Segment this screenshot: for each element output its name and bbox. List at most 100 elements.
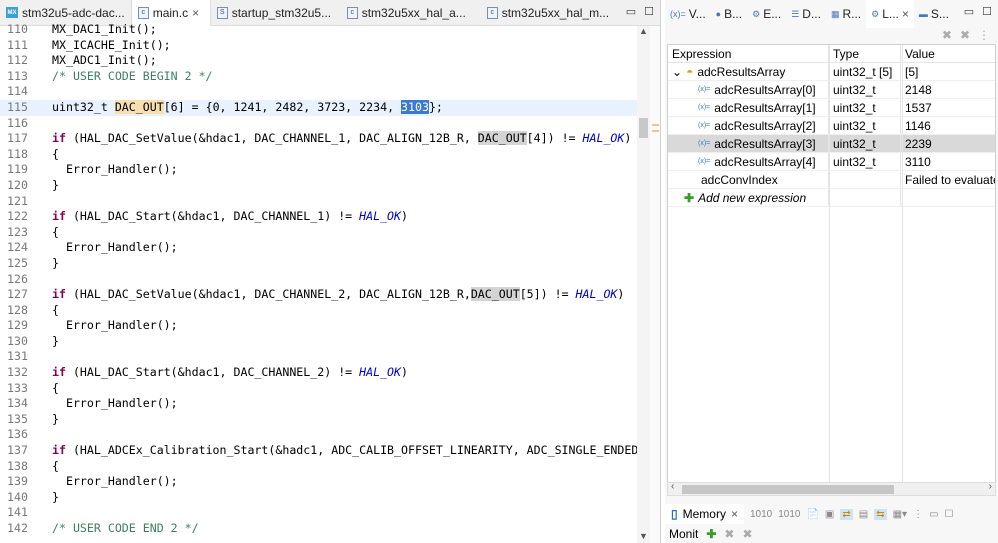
array-variable-icon: ◓: [686, 64, 694, 79]
expression-cell: ✚ Add new expression: [668, 189, 829, 206]
code-editor[interactable]: 110 MX_DAC1_Init(); 111 MX_ICACHE_Init(); 11…: [0, 22, 637, 543]
table-row[interactable]: (x)= adcResultsArray[0] uint32_t 2148: [668, 81, 995, 99]
code-text: {: [38, 225, 59, 241]
table-row[interactable]: (x)= adcResultsArray[2] uint32_t 1146: [668, 117, 995, 135]
code-token: if: [52, 443, 66, 458]
code-token: [6] = {0, 1241, 2482, 3723, 2234,: [163, 99, 402, 114]
code-token: MX_ICACHE_Init();: [52, 37, 171, 52]
table-row[interactable]: ⌄ ◓ adcResultsArray uint32_t [5] [5]: [668, 63, 995, 81]
code-token: {: [52, 302, 59, 317]
tab-view-4[interactable]: ▦ R...: [826, 0, 866, 28]
maximize-button[interactable]: ☐: [945, 509, 954, 520]
code-token: DAC_OUT: [477, 131, 527, 146]
code-line: 129 Error_Handler();: [0, 318, 637, 334]
view-menu-icon[interactable]: ⋮: [913, 509, 923, 520]
scroll-up-icon[interactable]: ▲: [639, 26, 648, 36]
chevron-down-icon[interactable]: ⌄: [672, 63, 682, 81]
line-number: 138: [7, 458, 28, 473]
code-text: }: [38, 256, 59, 272]
minimize-button[interactable]: ▭: [626, 5, 636, 18]
c-file-icon: c: [137, 6, 149, 19]
code-text: }: [38, 334, 59, 350]
expressions-table: Expression Type Value ⌄ ◓ adcResultsArray u…: [667, 44, 996, 484]
code-token: [5]) !=: [519, 287, 576, 302]
layout-icon[interactable]: ▦▾: [893, 509, 907, 520]
line-number: 122: [7, 209, 28, 224]
tab-view-0[interactable]: (x)= V...: [665, 0, 711, 28]
column-type[interactable]: Type: [829, 45, 901, 62]
toggle-split-icon[interactable]: ▤: [859, 509, 868, 520]
code-line: 141: [0, 505, 637, 521]
add-new-expression[interactable]: ✚ Add new expression: [668, 189, 995, 207]
scrollbar-thumb[interactable]: [639, 118, 648, 138]
close-tab-icon[interactable]: ×: [902, 7, 909, 21]
line-number: 123: [7, 224, 28, 239]
tab-memory[interactable]: ▯ Memory ×: [665, 504, 744, 524]
new-renderer-icon[interactable]: 📄: [806, 509, 818, 520]
tab-view-2[interactable]: ⚙ E...: [747, 0, 786, 28]
import-icon[interactable]: 1010: [750, 509, 772, 520]
line-number: 130: [7, 333, 28, 348]
maximize-button[interactable]: ☐: [982, 5, 992, 18]
line-number: 129: [7, 318, 28, 333]
editor-vertical-scrollbar[interactable]: ▲ ▼: [637, 26, 650, 543]
remove-all-monitors-icon[interactable]: ✖: [742, 527, 752, 541]
tab-label: stm32u5-adc-dac...: [22, 5, 125, 20]
table-row[interactable]: (x)= adcResultsArray[1] uint32_t 1537: [668, 99, 995, 117]
code-text: {: [38, 303, 59, 319]
tab-view-3[interactable]: ☰ D...: [786, 0, 826, 28]
code-text: Error_Handler();: [38, 162, 178, 178]
code-text: uint32_t DAC_OUT[6] = {0, 1241, 2482, 37…: [38, 99, 443, 116]
code-token: }: [52, 489, 59, 504]
tab-view-1[interactable]: ● B...: [711, 0, 747, 28]
table-row[interactable]: (x)= adcResultsArray[3] uint32_t 2239: [668, 135, 995, 153]
code-token: (HAL_DAC_SetValue(&hdac1, DAC_CHANNEL_2,…: [65, 287, 471, 302]
code-token: Error_Handler();: [52, 396, 178, 411]
minimize-button[interactable]: ▭: [929, 509, 938, 520]
scroll-left-icon[interactable]: ‹: [671, 481, 674, 492]
remove-monitor-icon[interactable]: ✖: [724, 527, 734, 541]
code-line: 117 if (HAL_DAC_SetValue(&hdac1, DAC_CHAN…: [0, 131, 637, 147]
asm-file-icon: S: [216, 6, 228, 19]
line-number: 135: [7, 411, 28, 426]
tab-view-5[interactable]: ⚙ L... ×: [866, 0, 914, 28]
column-expression[interactable]: Expression: [668, 45, 829, 62]
code-text: if (HAL_DAC_Start(&hdac1, DAC_CHANNEL_1)…: [38, 209, 408, 225]
line-number: 121: [7, 193, 28, 208]
table-row[interactable]: (x)= adcResultsArray[4] uint32_t 3110: [668, 153, 995, 171]
tab-view-6[interactable]: ▬ S...: [914, 0, 954, 28]
code-line: 137 if (HAL_ADCEx_Calibration_Start(&hadc…: [0, 443, 637, 459]
scrollbar-thumb[interactable]: [682, 485, 894, 494]
code-text: {: [38, 381, 59, 397]
close-tab-icon[interactable]: ×: [731, 507, 738, 521]
remove-all-expressions-icon[interactable]: ✖: [960, 28, 970, 44]
code-text: Error_Handler();: [38, 240, 178, 256]
reset-icon[interactable]: ▣: [825, 509, 834, 520]
tab-label: Memory: [682, 507, 726, 521]
view-menu-icon[interactable]: ⋮: [978, 28, 990, 44]
export-icon[interactable]: 1010: [778, 509, 800, 520]
minimize-button[interactable]: ▭: [964, 5, 974, 18]
code-text: if (HAL_DAC_Start(&hdac1, DAC_CHANNEL_2)…: [38, 365, 408, 381]
column-value[interactable]: Value: [901, 45, 995, 62]
add-monitor-icon[interactable]: ✚: [706, 527, 716, 541]
table-row[interactable]: adcConvIndex Failed to evaluate: [668, 171, 995, 189]
close-tab-icon[interactable]: ×: [192, 6, 199, 20]
c-file-icon: c: [346, 6, 358, 19]
variable-icon: (x)=: [698, 85, 711, 93]
remove-expression-icon[interactable]: ✖: [942, 28, 952, 44]
overview-ruler[interactable]: [650, 26, 660, 543]
code-text: /* USER CODE END 2 */: [38, 521, 199, 537]
code-line: 125}: [0, 256, 637, 272]
expression-name: adcConvIndex: [701, 172, 778, 187]
expressions-toolbar: ✖ ✖ ⋮: [665, 28, 998, 44]
view-icon: ☰: [791, 8, 800, 19]
link-icon[interactable]: ⇄: [840, 508, 853, 520]
scroll-right-icon[interactable]: ›: [989, 481, 992, 492]
scroll-down-icon[interactable]: ▼: [639, 531, 648, 541]
horizontal-scrollbar[interactable]: ‹ ›: [667, 481, 996, 496]
code-line: 126: [0, 272, 637, 288]
toggle-memory-monitors-icon[interactable]: ⇆: [874, 508, 887, 520]
code-line: 122 if (HAL_DAC_Start(&hdac1, DAC_CHANNEL…: [0, 209, 637, 225]
maximize-button[interactable]: ☐: [644, 5, 654, 18]
